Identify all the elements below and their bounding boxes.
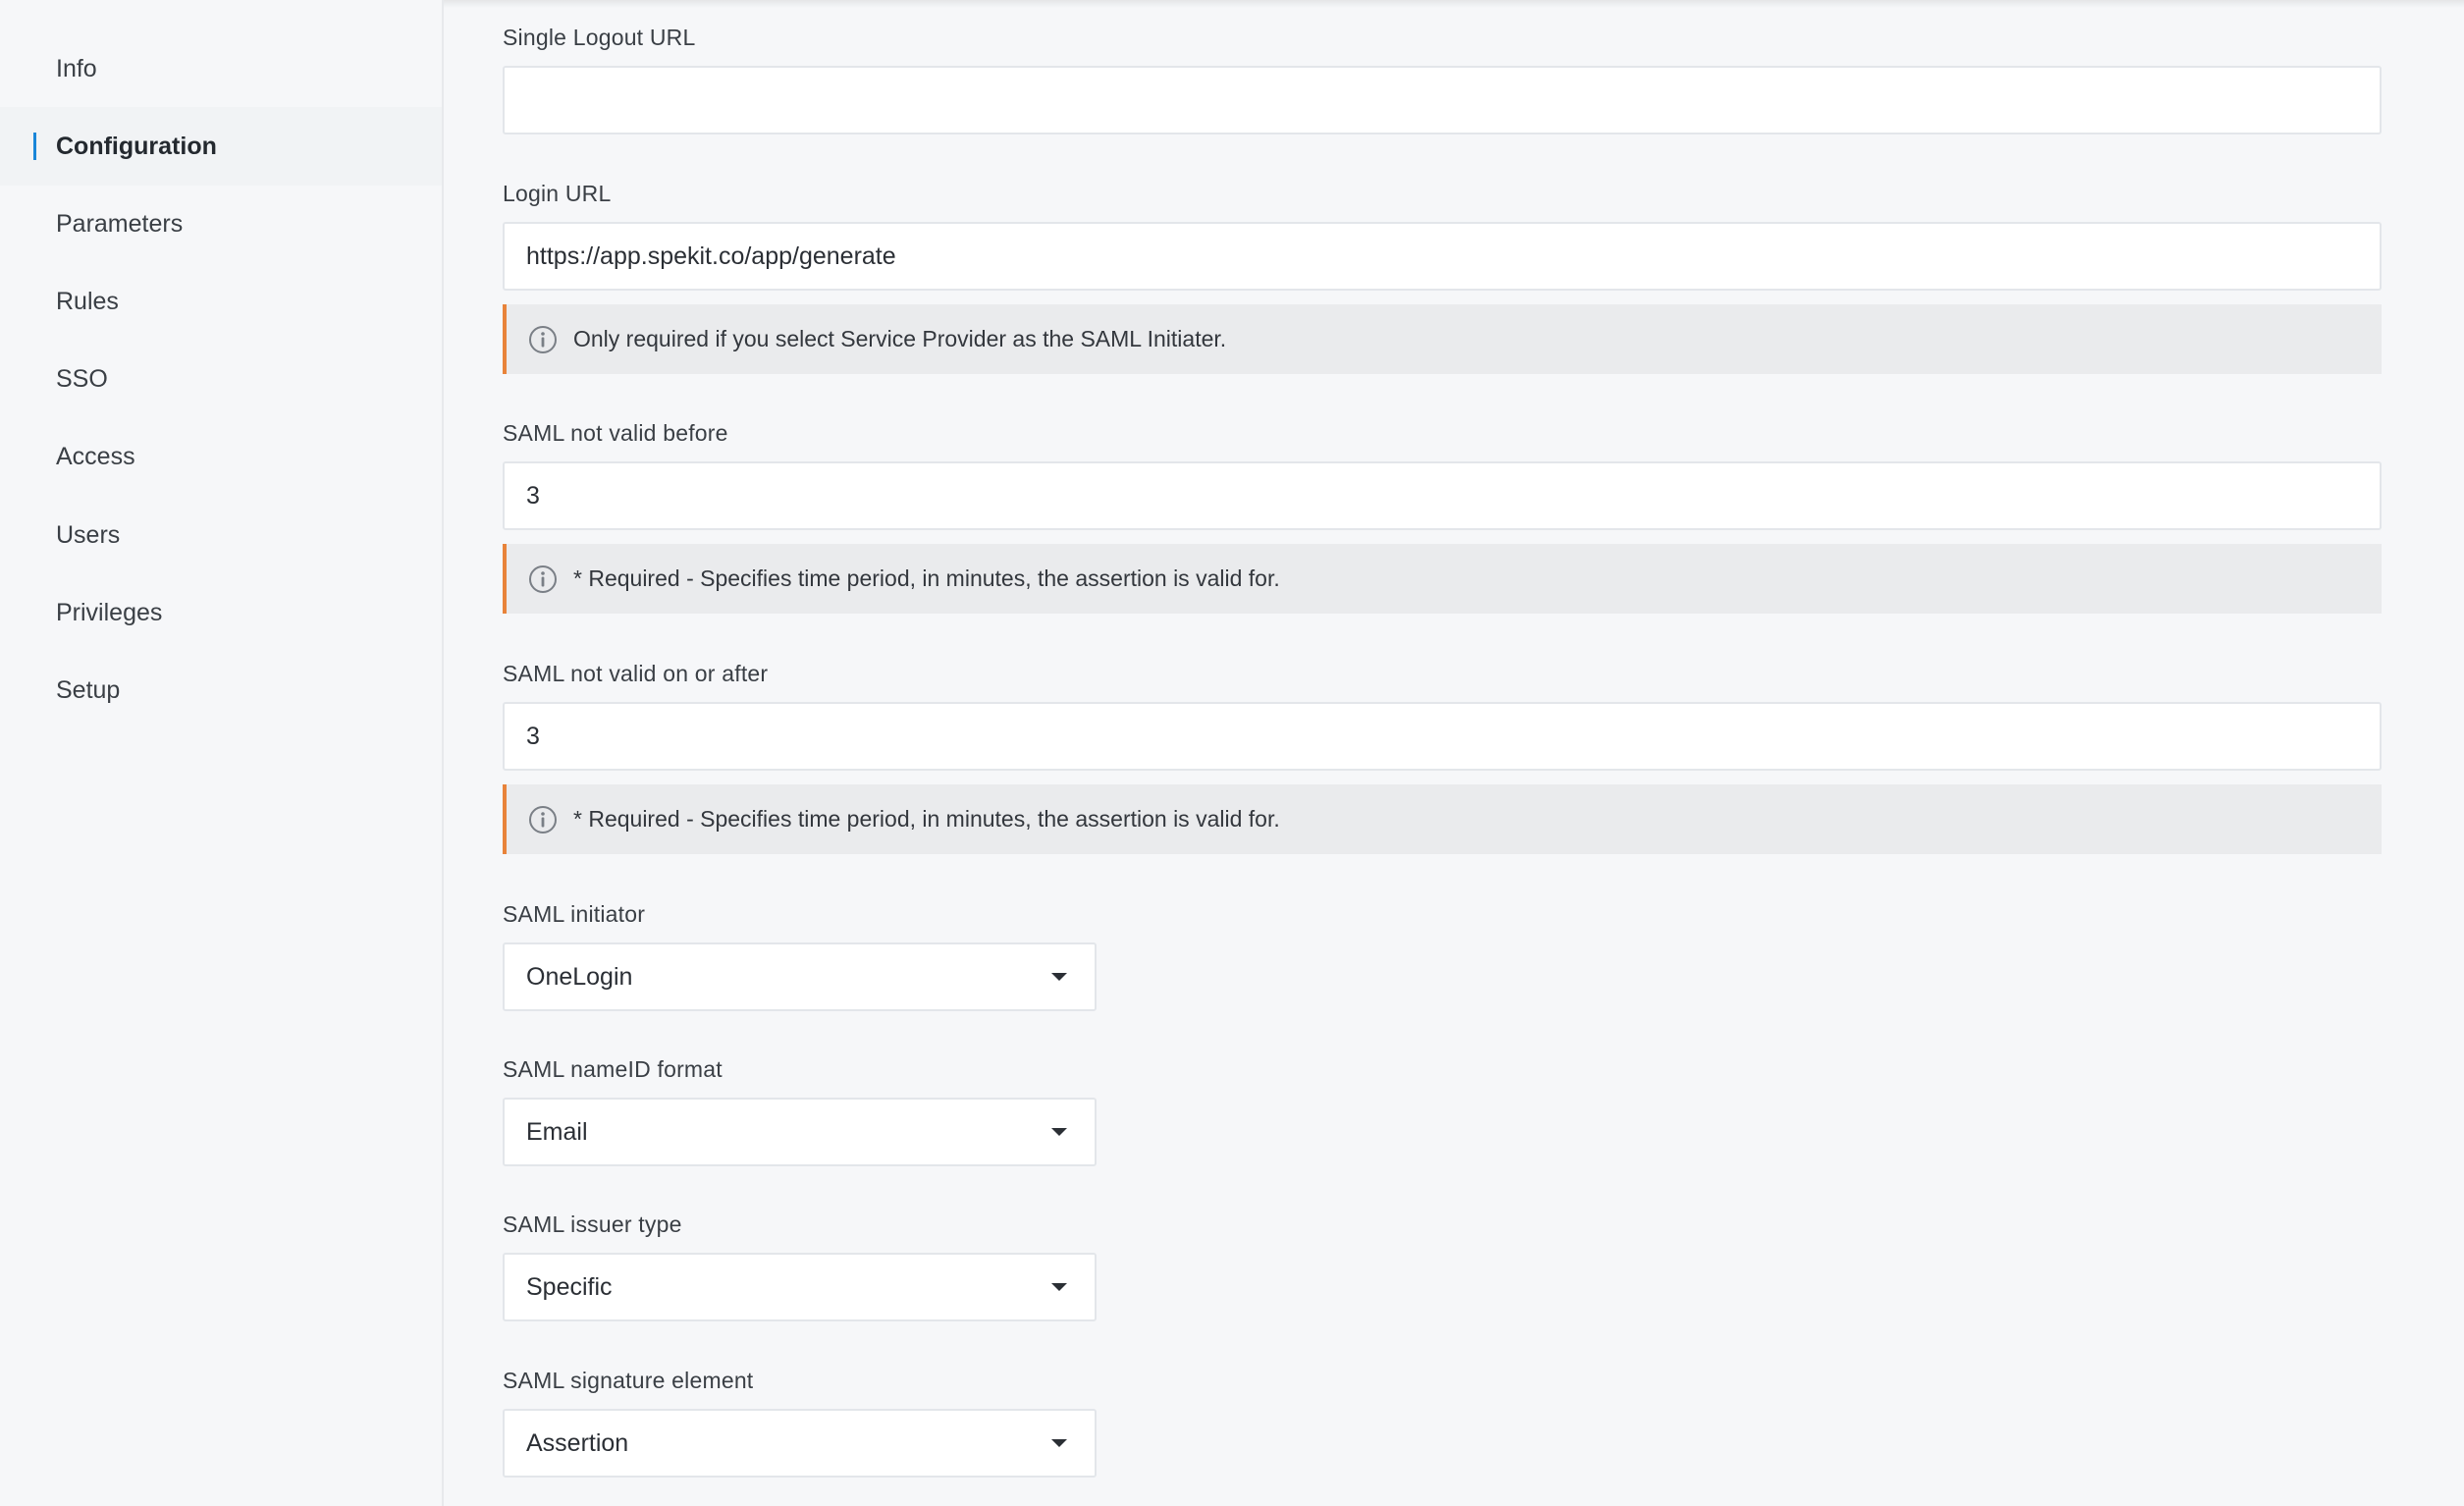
saml-issuer-type-label: SAML issuer type <box>503 1211 682 1237</box>
caret-down-icon <box>1051 1283 1067 1291</box>
login-url-input[interactable] <box>503 222 2382 291</box>
sidebar-nav: Info Configuration Parameters Rules SSO … <box>0 0 444 1506</box>
info-icon <box>529 805 557 834</box>
header-shadow <box>444 0 2464 8</box>
saml-nameid-format-select[interactable]: Email <box>503 1098 1097 1166</box>
note-text: * Required - Specifies time period, in m… <box>573 806 1280 832</box>
sidebar-item-setup[interactable]: Setup <box>0 651 442 729</box>
sidebar-item-configuration[interactable]: Configuration <box>0 107 442 186</box>
single-logout-url-input[interactable] <box>503 66 2382 134</box>
sidebar-item-label: Parameters <box>56 209 184 238</box>
saml-signature-element-select[interactable]: Assertion <box>503 1409 1097 1478</box>
active-indicator <box>33 133 36 160</box>
saml-issuer-type-select[interactable]: Specific <box>503 1253 1097 1321</box>
sidebar-item-info[interactable]: Info <box>0 29 442 108</box>
single-logout-url-label: Single Logout URL <box>503 25 696 50</box>
info-icon <box>529 325 557 353</box>
saml-not-valid-on-or-after-input[interactable] <box>503 702 2382 771</box>
sidebar-item-parameters[interactable]: Parameters <box>0 185 442 263</box>
info-icon <box>529 565 557 593</box>
select-value: OneLogin <box>526 962 633 991</box>
sidebar-item-label: SSO <box>56 364 108 393</box>
sidebar-item-sso[interactable]: SSO <box>0 340 442 418</box>
sidebar-item-label: Privileges <box>56 598 163 626</box>
saml-not-valid-on-or-after-label: SAML not valid on or after <box>503 661 769 686</box>
sidebar-item-label: Configuration <box>56 132 217 160</box>
sidebar-item-label: Setup <box>56 675 121 704</box>
sidebar-item-users[interactable]: Users <box>0 496 442 574</box>
sidebar-item-label: Rules <box>56 287 119 315</box>
sidebar-item-label: Access <box>56 442 135 470</box>
saml-not-valid-before-label: SAML not valid before <box>503 420 728 446</box>
login-url-note: Only required if you select Service Prov… <box>503 304 2382 374</box>
caret-down-icon <box>1051 1439 1067 1447</box>
select-value: Email <box>526 1117 588 1146</box>
caret-down-icon <box>1051 1128 1067 1136</box>
saml-signature-element-label: SAML signature element <box>503 1368 754 1393</box>
sidebar-item-label: Users <box>56 520 121 549</box>
saml-not-valid-on-or-after-note: * Required - Specifies time period, in m… <box>503 784 2382 854</box>
saml-initiator-select[interactable]: OneLogin <box>503 942 1097 1011</box>
sidebar-item-label: Info <box>56 54 97 82</box>
select-value: Assertion <box>526 1428 629 1457</box>
note-text: Only required if you select Service Prov… <box>573 326 1227 351</box>
sidebar-item-access[interactable]: Access <box>0 417 442 496</box>
saml-initiator-label: SAML initiator <box>503 901 646 927</box>
note-text: * Required - Specifies time period, in m… <box>573 565 1280 591</box>
saml-not-valid-before-input[interactable] <box>503 461 2382 530</box>
caret-down-icon <box>1051 973 1067 981</box>
saml-not-valid-before-note: * Required - Specifies time period, in m… <box>503 544 2382 614</box>
sidebar-item-privileges[interactable]: Privileges <box>0 573 442 652</box>
saml-nameid-format-label: SAML nameID format <box>503 1056 723 1082</box>
login-url-label: Login URL <box>503 181 612 206</box>
select-value: Specific <box>526 1272 613 1301</box>
sidebar-item-rules[interactable]: Rules <box>0 262 442 341</box>
